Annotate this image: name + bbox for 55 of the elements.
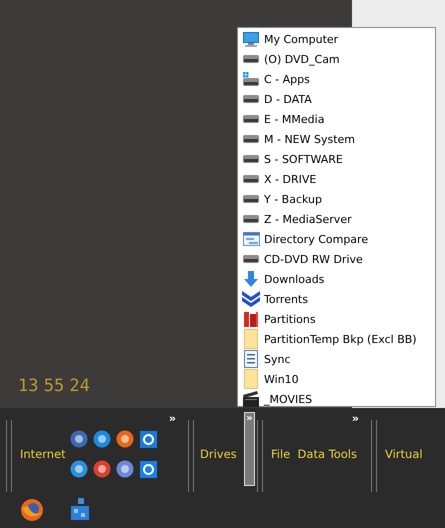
cubes-icon[interactable] — [70, 498, 90, 522]
drive-icon — [243, 215, 259, 223]
double-chevron-icon — [242, 291, 260, 307]
window-icon — [242, 232, 260, 246]
toolbar-label[interactable]: Drives — [200, 447, 237, 461]
app-icon[interactable] — [70, 430, 88, 448]
menu-item[interactable]: S - SOFTWARE — [238, 149, 435, 169]
chevron-button[interactable]: » — [244, 412, 255, 486]
computer-icon — [243, 32, 259, 46]
menu-item[interactable]: Downloads — [238, 269, 435, 289]
clock: 13 55 24 — [18, 376, 90, 396]
menu-item[interactable]: (O) DVD_Cam — [238, 49, 435, 69]
toolbar-label[interactable]: Internet — [20, 447, 66, 461]
app-icon[interactable] — [140, 460, 157, 478]
menu-item[interactable]: Y - Backup — [238, 189, 435, 209]
menu-item[interactable]: PartitionTemp Bkp (Excl BB) — [238, 329, 435, 349]
menu-item[interactable]: My Computer — [238, 29, 435, 49]
menu-item[interactable]: Torrents — [238, 289, 435, 309]
toolbar-label[interactable]: File Data Tools — [271, 447, 357, 461]
drive-icon — [243, 95, 259, 103]
menu-item[interactable]: M - NEW System — [238, 129, 435, 149]
books-icon — [243, 311, 259, 327]
drive-icon — [243, 115, 259, 123]
fox-browser-icon[interactable] — [20, 498, 44, 522]
menu-item[interactable]: _MOVIES — [238, 389, 435, 409]
drive-icon — [243, 135, 259, 143]
menu-item[interactable]: C - Apps — [238, 69, 435, 89]
app-icon[interactable] — [116, 430, 134, 448]
menu-item[interactable]: Directory Compare — [238, 229, 435, 249]
drive-icon — [243, 72, 259, 86]
down-arrow-icon — [243, 271, 259, 287]
drive-icon — [243, 175, 259, 183]
menu-item[interactable]: Z - MediaServer — [238, 209, 435, 229]
menu-item[interactable]: X - DRIVE — [238, 169, 435, 189]
menu-item[interactable]: E - MMedia — [238, 109, 435, 129]
app-icon[interactable] — [93, 460, 112, 478]
app-icon[interactable] — [93, 430, 112, 448]
document-icon — [244, 350, 258, 368]
app-icon[interactable] — [116, 460, 134, 478]
menu-item[interactable]: Sync — [238, 349, 435, 369]
folder-icon — [244, 369, 258, 389]
toolbar-label[interactable]: Virtual — [385, 447, 423, 461]
chevron-button[interactable]: » — [168, 412, 176, 425]
folder-icon — [244, 329, 258, 349]
app-icon[interactable] — [70, 460, 88, 478]
chevron-button[interactable]: » — [352, 412, 359, 425]
drive-icon — [243, 55, 259, 63]
menu-item[interactable]: D - DATA — [238, 89, 435, 109]
drive-icon — [243, 255, 259, 263]
drive-icon — [243, 195, 259, 203]
menu-item[interactable]: Partitions — [238, 309, 435, 329]
app-icon[interactable] — [140, 430, 157, 448]
drive-icon — [243, 155, 259, 163]
menu-item[interactable]: Win10 — [238, 369, 435, 389]
menu-item[interactable]: CD-DVD RW Drive — [238, 249, 435, 269]
